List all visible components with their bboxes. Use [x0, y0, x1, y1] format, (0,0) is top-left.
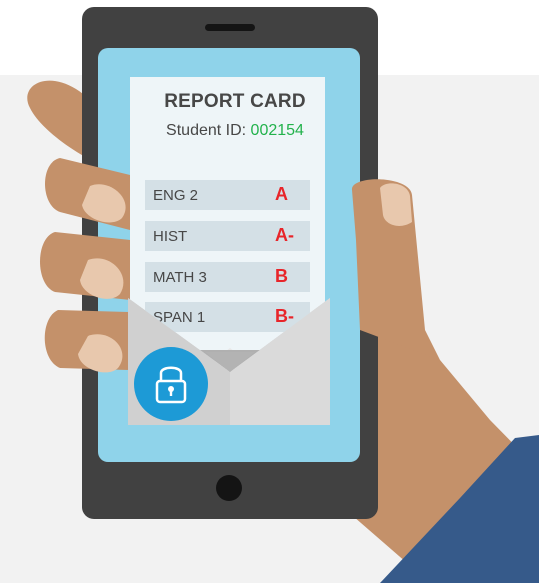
- subject-label: ENG 2: [153, 187, 199, 204]
- subject-label: SPAN 1: [153, 309, 206, 326]
- subject-label: HIST: [153, 228, 188, 245]
- grade-row: ENG 2 A: [145, 180, 310, 210]
- student-id-line: Student ID: 002154: [130, 122, 340, 140]
- grade-value: B-: [275, 306, 294, 326]
- finger-3: [44, 310, 130, 373]
- subject-label: MATH 3: [153, 269, 207, 286]
- home-button[interactable]: [216, 475, 242, 501]
- grade-row: HIST A-: [145, 221, 310, 251]
- grade-row: SPAN 1 B-: [145, 302, 310, 332]
- grade-row: MATH 3 B: [145, 262, 310, 292]
- student-id-label: Student ID:: [166, 122, 251, 139]
- student-id-value: 002154: [250, 122, 304, 139]
- phone-speaker: [205, 24, 255, 31]
- grade-value: A: [275, 184, 288, 204]
- grade-value: B: [275, 266, 288, 286]
- padlock-icon[interactable]: [134, 347, 208, 421]
- finger-2: [40, 232, 130, 300]
- report-card-title: REPORT CARD: [164, 91, 306, 112]
- grade-value: A-: [275, 225, 294, 245]
